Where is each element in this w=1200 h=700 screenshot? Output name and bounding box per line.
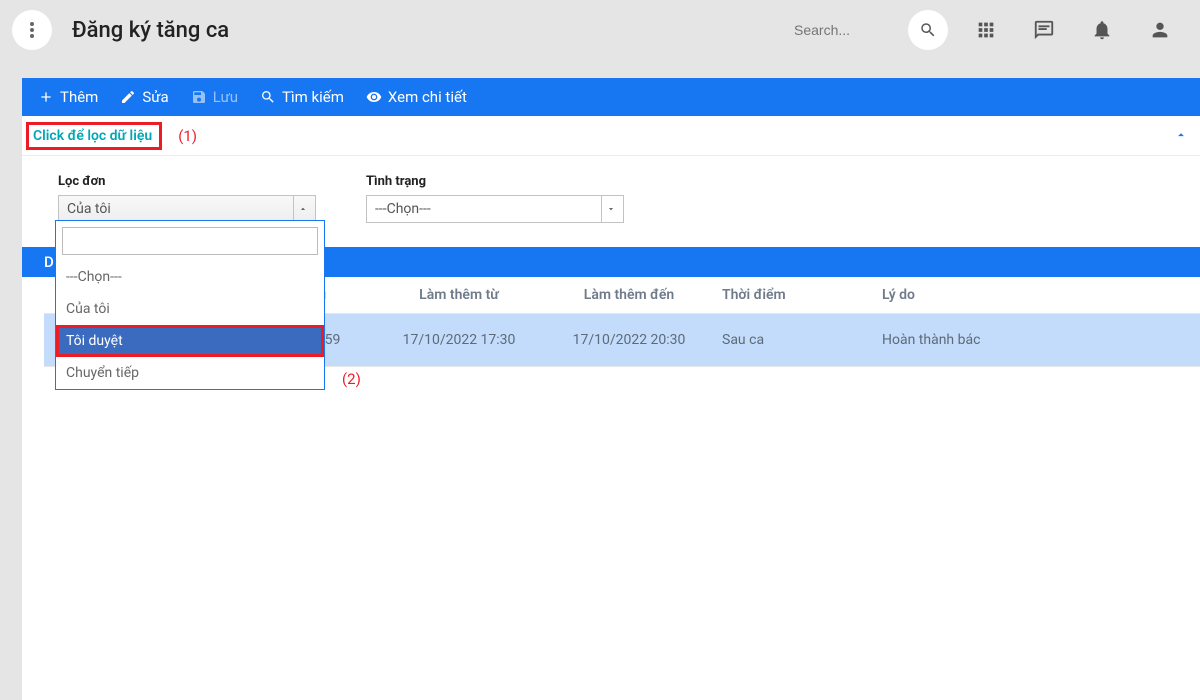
select-tinh-trang[interactable]: ---Chọn---: [366, 195, 624, 223]
chevron-down-icon: [601, 196, 619, 222]
annotation-1: (1): [178, 127, 197, 145]
edit-label: Sửa: [142, 88, 168, 106]
cell-thoi-diem: Sau ca: [714, 314, 874, 367]
dropdown-search-input[interactable]: [62, 227, 318, 255]
select-loc-don[interactable]: Của tôi: [58, 195, 316, 223]
col-lam-them-tu: Làm thêm từ: [374, 277, 544, 314]
dropdown-option-cua-toi[interactable]: Của tôi: [56, 293, 324, 325]
page-title: Đăng ký tăng ca: [72, 18, 229, 43]
view-label: Xem chi tiết: [388, 88, 467, 106]
dropdown-option-toi-duyet[interactable]: Tôi duyệt: [56, 325, 324, 357]
annotation-2: (2): [342, 370, 361, 388]
edit-button[interactable]: Sửa: [120, 88, 168, 106]
select-loc-don-value: Của tôi: [67, 201, 111, 217]
collapse-icon[interactable]: [1174, 128, 1188, 146]
save-label: Lưu: [213, 88, 238, 106]
cell-lam-them-tu: 17/10/2022 17:30: [374, 314, 544, 367]
apps-icon[interactable]: [966, 10, 1006, 50]
filter-label-tinh-trang: Tình trạng: [366, 174, 624, 189]
add-label: Thêm: [60, 88, 98, 106]
section-title: D: [44, 253, 54, 271]
kebab-menu-button[interactable]: [12, 10, 52, 50]
search-label: Tìm kiếm: [282, 88, 344, 106]
user-icon[interactable]: [1140, 10, 1180, 50]
bell-icon[interactable]: [1082, 10, 1122, 50]
select-tinh-trang-value: ---Chọn---: [375, 201, 431, 217]
filter-toggle-link[interactable]: Click để lọc dữ liệu: [33, 128, 152, 144]
cell-lam-them-den: 17/10/2022 20:30: [544, 314, 714, 367]
dropdown-loc-don: ---Chọn--- Của tôi Tôi duyệt Chuyển tiếp: [55, 220, 325, 390]
filter-label-loc-don: Lọc đơn: [58, 174, 316, 189]
filter-link-highlight: Click để lọc dữ liệu: [26, 122, 162, 150]
search-button-toolbar[interactable]: Tìm kiếm: [260, 88, 344, 106]
search-input[interactable]: [788, 14, 908, 46]
chevron-up-icon: [293, 196, 311, 222]
dropdown-option-chon[interactable]: ---Chọn---: [56, 261, 324, 293]
action-toolbar: Thêm Sửa Lưu Tìm kiếm Xem chi tiết: [22, 78, 1200, 116]
add-button[interactable]: Thêm: [38, 88, 98, 106]
col-ly-do: Lý do: [874, 277, 1200, 314]
col-lam-them-den: Làm thêm đến: [544, 277, 714, 314]
view-detail-button[interactable]: Xem chi tiết: [366, 88, 467, 106]
save-button[interactable]: Lưu: [191, 88, 238, 106]
cell-ly-do: Hoàn thành bác: [874, 314, 1200, 367]
chat-icon[interactable]: [1024, 10, 1064, 50]
col-thoi-diem: Thời điểm: [714, 277, 874, 314]
search-button[interactable]: [908, 10, 948, 50]
dropdown-option-chuyen-tiep[interactable]: Chuyển tiếp: [56, 357, 324, 389]
